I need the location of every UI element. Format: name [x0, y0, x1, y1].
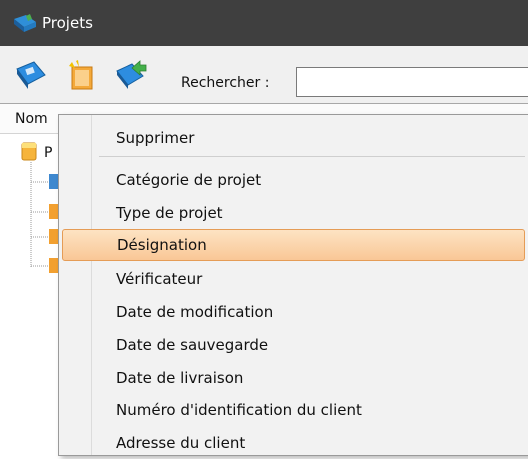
- menu-item-designation[interactable]: Désignation: [62, 229, 525, 261]
- window-title: Projets: [42, 14, 93, 32]
- menu-item-date-sauvegarde[interactable]: Date de sauvegarde: [59, 329, 528, 361]
- menu-separator: [99, 156, 525, 157]
- menu-item-type[interactable]: Type de projet: [59, 197, 528, 229]
- title-bar: Projets: [0, 0, 528, 46]
- menu-item-verificateur[interactable]: Vérificateur: [59, 263, 528, 295]
- toolbar: Rechercher :: [0, 46, 528, 104]
- context-menu: Supprimer Catégorie de projet Type de pr…: [58, 114, 528, 456]
- root-node-label: P: [44, 145, 52, 161]
- document-arrow-icon[interactable]: [114, 59, 148, 91]
- projects-app-icon: [14, 14, 36, 32]
- new-document-icon[interactable]: [66, 59, 100, 91]
- search-input[interactable]: [296, 67, 528, 97]
- root-folder-icon: [21, 142, 37, 161]
- menu-item-date-livraison[interactable]: Date de livraison: [59, 362, 528, 394]
- open-document-icon[interactable]: [14, 59, 48, 91]
- menu-item-date-modification[interactable]: Date de modification: [59, 296, 528, 328]
- menu-item-numero-client[interactable]: Numéro d'identification du client: [59, 394, 528, 426]
- search-label: Rechercher :: [181, 75, 270, 91]
- menu-item-categorie[interactable]: Catégorie de projet: [59, 164, 528, 196]
- menu-item-adresse-client[interactable]: Adresse du client: [59, 427, 528, 459]
- menu-item-supprimer[interactable]: Supprimer: [59, 122, 528, 154]
